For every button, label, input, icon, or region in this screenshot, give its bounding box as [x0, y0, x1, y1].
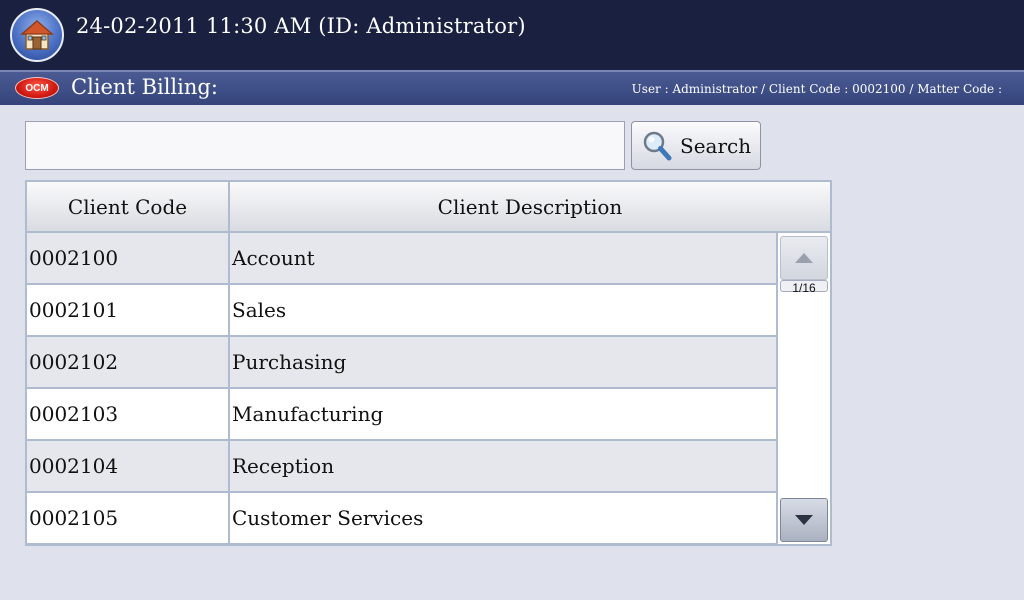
title-bar: OCM Client Billing: User : Administrator…	[0, 70, 1024, 105]
pager-column: 1/16	[776, 233, 830, 544]
arrow-up-icon	[795, 253, 813, 263]
table-row[interactable]: 0002101 Sales	[27, 285, 776, 337]
client-code-cell: 0002102	[27, 337, 230, 387]
page-title: Client Billing:	[71, 75, 218, 99]
table-row[interactable]: 0002105 Customer Services	[27, 493, 776, 545]
column-header-client-description[interactable]: Client Description	[230, 182, 830, 231]
client-description-cell: Reception	[232, 454, 335, 478]
table-body: 0002100 Account 0002101 Sales 0002102 Pu…	[27, 233, 776, 545]
search-button-label: Search	[680, 133, 752, 158]
table-row[interactable]: 0002104 Reception	[27, 441, 776, 493]
top-bar: 24-02-2011 11:30 AM (ID: Administrator)	[0, 0, 1024, 70]
client-description-cell: Customer Services	[232, 506, 424, 530]
table-row[interactable]: 0002102 Purchasing	[27, 337, 776, 389]
home-button[interactable]	[10, 8, 64, 62]
client-description-cell: Sales	[232, 298, 287, 322]
table-header: Client Code Client Description	[27, 182, 830, 233]
magnifier-icon	[643, 131, 672, 160]
client-description-cell: Manufacturing	[232, 402, 384, 426]
datetime-label: 24-02-2011 11:30 AM (ID: Administrator)	[76, 14, 526, 38]
home-icon	[20, 20, 54, 50]
column-header-client-code[interactable]: Client Code	[27, 182, 230, 231]
ocm-logo: OCM	[15, 77, 59, 99]
scroll-up-button[interactable]	[780, 236, 828, 280]
client-code-cell: 0002104	[27, 441, 230, 491]
user-info: User : Administrator / Client Code : 000…	[631, 82, 1002, 96]
client-code-cell: 0002105	[27, 493, 230, 543]
arrow-down-icon	[795, 515, 813, 525]
search-input[interactable]	[25, 121, 625, 170]
table-row[interactable]: 0002103 Manufacturing	[27, 389, 776, 441]
client-code-cell: 0002101	[27, 285, 230, 335]
client-code-cell: 0002103	[27, 389, 230, 439]
search-button[interactable]: Search	[631, 121, 761, 170]
scroll-down-button[interactable]	[780, 498, 828, 542]
client-description-cell: Purchasing	[232, 350, 347, 374]
page-indicator: 1/16	[780, 280, 828, 295]
client-code-cell: 0002100	[27, 233, 230, 283]
client-description-cell: Account	[232, 246, 315, 270]
client-table: Client Code Client Description 0002100 A…	[25, 180, 832, 546]
table-row[interactable]: 0002100 Account	[27, 233, 776, 285]
